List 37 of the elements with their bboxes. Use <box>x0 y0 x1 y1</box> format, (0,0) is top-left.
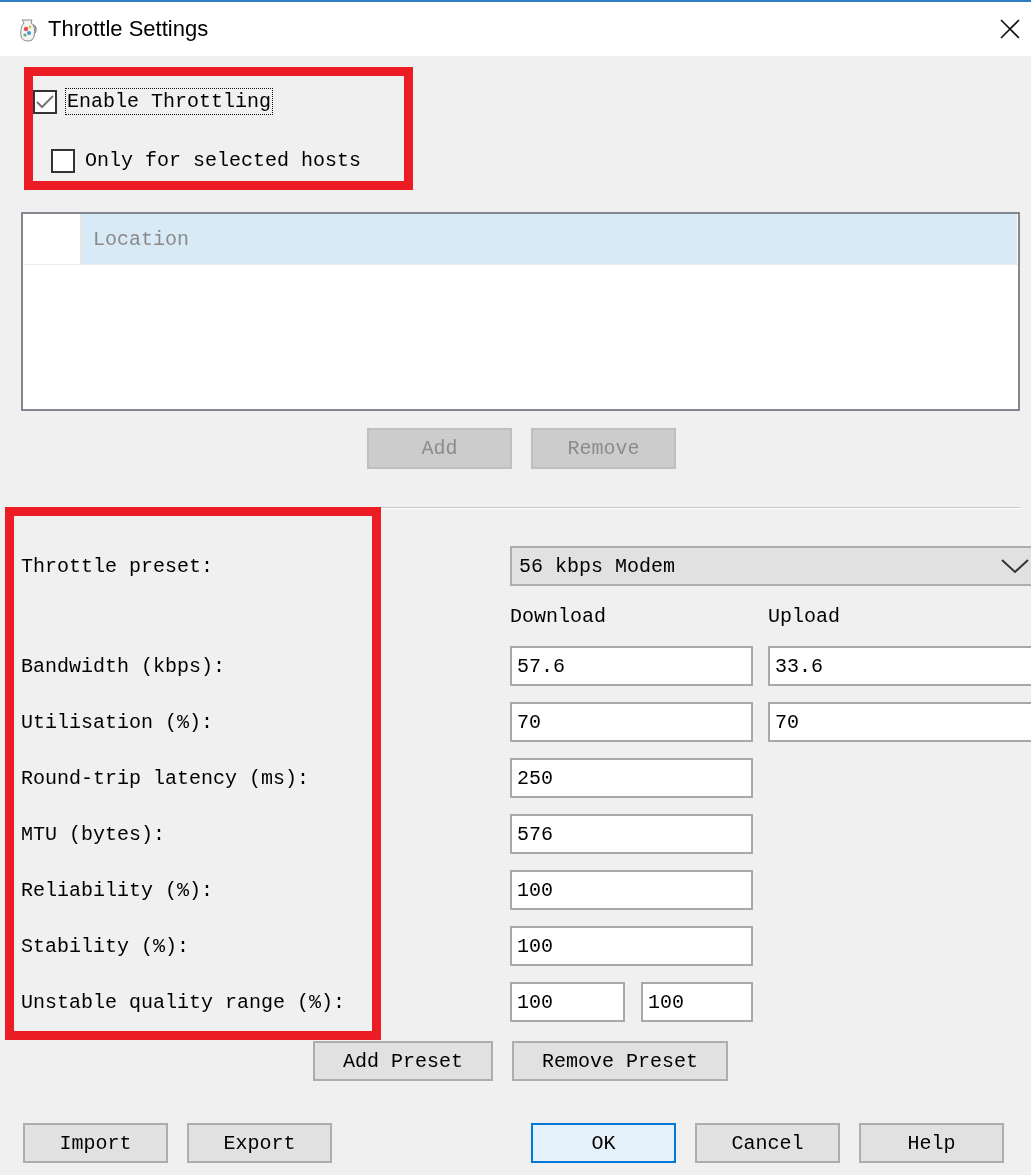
field-label: Bandwidth (kbps): <box>21 654 226 678</box>
input-field[interactable]: 70 <box>768 702 1031 742</box>
input-field[interactable]: 100 <box>510 982 625 1022</box>
input-field[interactable]: 70 <box>510 702 753 742</box>
input-field[interactable]: 33.6 <box>768 646 1031 686</box>
add-preset-button[interactable]: Add Preset <box>313 1041 494 1081</box>
window-title: Throttle Settings <box>48 16 209 42</box>
chevron-down-icon <box>1001 558 1029 574</box>
help-button[interactable]: Help <box>859 1123 1004 1163</box>
export-button[interactable]: Export <box>187 1123 332 1163</box>
checkbox-label[interactable]: Only for selected hosts <box>83 147 364 174</box>
field-label: Throttle preset: <box>21 554 214 578</box>
input-field[interactable]: 576 <box>510 814 753 854</box>
input-field[interactable]: 250 <box>510 758 753 798</box>
checkbox[interactable] <box>51 148 75 173</box>
preset-dropdown[interactable]: 56 kbps Modem <box>510 546 1031 586</box>
field-label: Stability (%): <box>21 934 190 958</box>
input-field[interactable]: 100 <box>641 982 753 1022</box>
checkbox[interactable] <box>33 89 57 114</box>
ok-button[interactable]: OK <box>531 1123 676 1163</box>
field-label: Unstable quality range (%): <box>21 990 346 1014</box>
remove-preset-button[interactable]: Remove Preset <box>512 1041 729 1081</box>
jug-icon <box>18 16 38 42</box>
field-label: Utilisation (%): <box>21 710 214 734</box>
field-label: Round-trip latency (ms): <box>21 766 310 790</box>
input-field[interactable]: 100 <box>510 870 753 910</box>
field-label: Reliability (%): <box>21 878 214 902</box>
input-field[interactable]: 57.6 <box>510 646 753 686</box>
field-label: MTU (bytes): <box>21 822 166 846</box>
checkmark-icon <box>36 94 54 109</box>
input-field[interactable]: 100 <box>510 926 753 966</box>
column-label: Upload <box>768 604 840 628</box>
close-icon[interactable] <box>1000 19 1020 39</box>
cancel-button[interactable]: Cancel <box>695 1123 840 1163</box>
checkbox-label[interactable]: Enable Throttling <box>65 88 274 115</box>
import-button[interactable]: Import <box>23 1123 168 1163</box>
column-label: Download <box>510 604 606 628</box>
